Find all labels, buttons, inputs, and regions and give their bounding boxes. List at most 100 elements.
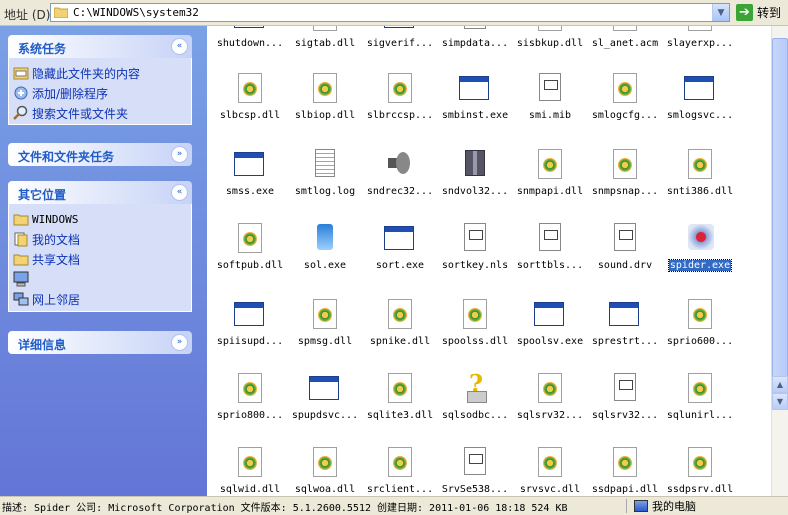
file-name: sl_anet.acm — [587, 38, 663, 49]
file-item[interactable]: spupdsvc... — [287, 372, 363, 442]
file-item[interactable]: sqlwoa.dll — [287, 446, 363, 496]
place-network-places[interactable]: 网上邻居 — [13, 289, 191, 309]
file-item[interactable]: SrvSe538... — [437, 446, 513, 496]
file-item[interactable]: ssdpapi.dll — [587, 446, 663, 496]
file-item[interactable]: srvsvc.dll — [512, 446, 588, 496]
go-button[interactable]: ➔ 转到 — [736, 4, 781, 21]
file-item[interactable]: sndvol32... — [437, 148, 513, 218]
file-item[interactable]: sndrec32... — [362, 148, 438, 218]
doc-file-icon — [534, 222, 566, 254]
file-name-text: sol.exe — [303, 260, 347, 271]
file-item[interactable]: slbiop.dll — [287, 72, 363, 142]
dll-file-icon — [609, 148, 641, 180]
task-search-files[interactable]: 搜索文件或文件夹 — [13, 103, 191, 123]
file-item[interactable]: slbcsp.dll — [212, 72, 288, 142]
file-item[interactable]: sort.exe — [362, 222, 438, 292]
file-item[interactable]: sound.drv — [587, 222, 663, 292]
file-item[interactable]: snmpsnap... — [587, 148, 663, 218]
help-file-icon — [459, 369, 491, 404]
file-item[interactable]: spoolss.dll — [437, 298, 513, 368]
file-name-text: slbrccsp... — [366, 110, 434, 121]
file-item[interactable]: sqlsrv32... — [512, 372, 588, 442]
collapse-icon[interactable]: « — [171, 184, 188, 201]
scroll-up-button[interactable]: ▲ — [772, 376, 788, 393]
vertical-scrollbar[interactable]: ▲ ▼ — [771, 26, 788, 496]
file-item[interactable]: smi.mib — [512, 72, 588, 142]
address-path: C:\WINDOWS\system32 — [73, 6, 199, 19]
place-my-documents[interactable]: 我的文档 — [13, 229, 191, 249]
expand-icon[interactable]: » — [171, 146, 188, 163]
address-input[interactable]: C:\WINDOWS\system32 ▼ — [50, 3, 730, 22]
task-hide-folder-contents[interactable]: 隐藏此文件夹的内容 — [13, 63, 191, 83]
file-item[interactable]: sqlunirl... — [662, 372, 738, 442]
file-item[interactable]: spoolsv.exe — [512, 298, 588, 368]
file-name-text: sqlwid.dll — [219, 484, 281, 495]
file-name-text: smlogsvc... — [666, 110, 734, 121]
place-shared-documents[interactable]: 共享文档 — [13, 249, 191, 269]
file-item[interactable]: snmpapi.dll — [512, 148, 588, 218]
scroll-down-button[interactable]: ▼ — [772, 393, 788, 410]
file-item[interactable]: softpub.dll — [212, 222, 288, 292]
collapse-icon[interactable]: « — [171, 38, 188, 55]
file-name-text: smbinst.exe — [441, 110, 509, 121]
other-places-header[interactable]: 其它位置 « — [8, 181, 192, 204]
file-name: shutdown... — [212, 38, 288, 49]
file-name: snmpsnap... — [587, 186, 663, 197]
file-item[interactable]: spnike.dll — [362, 298, 438, 368]
file-item[interactable]: smlogcfg... — [587, 72, 663, 142]
file-item[interactable]: sol.exe — [287, 222, 363, 292]
file-name: smss.exe — [212, 186, 288, 197]
file-item[interactable]: sprio600... — [662, 298, 738, 368]
file-item[interactable]: sqlsrv32... — [587, 372, 663, 442]
file-item[interactable]: smlogsvc... — [662, 72, 738, 142]
other-places-group: 其它位置 « WINDOWS 我的文档 共享文档 网上邻居 — [8, 181, 192, 312]
file-folder-tasks-header[interactable]: 文件和文件夹任务 » — [8, 143, 192, 166]
exe-file-icon — [609, 298, 641, 330]
file-item[interactable]: srclient... — [362, 446, 438, 496]
doc-file-icon — [459, 26, 491, 32]
file-name: sort.exe — [362, 260, 438, 271]
file-name-text: sigverif... — [366, 38, 434, 49]
place-windows[interactable]: WINDOWS — [13, 209, 191, 229]
sol-file-icon — [309, 222, 341, 254]
system-tasks-header[interactable]: 系统任务 « — [8, 35, 192, 58]
file-name: sqlsrv32... — [512, 410, 588, 421]
file-item[interactable]: sprio800... — [212, 372, 288, 442]
dll-file-icon — [534, 372, 566, 404]
dll-file-icon — [309, 72, 341, 104]
file-name: SrvSe538... — [437, 484, 513, 495]
dll-glyph — [313, 447, 337, 477]
file-item[interactable]: sortkey.nls — [437, 222, 513, 292]
file-item[interactable]: sprestrt... — [587, 298, 663, 368]
file-item[interactable]: ssdpsrv.dll — [662, 446, 738, 496]
file-item[interactable]: slbrccsp... — [362, 72, 438, 142]
dll-file-icon — [234, 446, 266, 478]
file-item[interactable]: smbinst.exe — [437, 72, 513, 142]
address-dropdown-button[interactable]: ▼ — [712, 4, 729, 21]
file-name: smtlog.log — [287, 186, 363, 197]
search-icon — [13, 105, 28, 120]
file-item[interactable]: spider.exe — [662, 222, 738, 292]
task-add-remove-programs[interactable]: 添加/删除程序 — [13, 83, 191, 103]
file-item[interactable]: smtlog.log — [287, 148, 363, 218]
exe-glyph — [384, 26, 414, 28]
file-item[interactable]: smss.exe — [212, 148, 288, 218]
expand-icon[interactable]: » — [171, 334, 188, 351]
file-item[interactable]: spmsg.dll — [287, 298, 363, 368]
task-label: 搜索文件或文件夹 — [32, 106, 129, 121]
place-my-computer[interactable] — [13, 269, 191, 289]
file-name: simpdata... — [437, 38, 513, 49]
file-name-text: slbiop.dll — [294, 110, 356, 121]
details-header[interactable]: 详细信息 » — [8, 331, 192, 354]
file-name: snmpapi.dll — [512, 186, 588, 197]
file-item[interactable]: sqlwid.dll — [212, 446, 288, 496]
file-item[interactable]: sqlite3.dll — [362, 372, 438, 442]
dll-glyph — [538, 26, 562, 31]
place-label: 我的文档 — [32, 232, 81, 247]
file-item[interactable]: spiisupd... — [212, 298, 288, 368]
scrollbar-thumb[interactable] — [772, 38, 788, 393]
file-item[interactable]: sqlsodbc... — [437, 369, 513, 442]
file-item[interactable]: snti386.dll — [662, 148, 738, 218]
file-item[interactable]: sorttbls... — [512, 222, 588, 292]
dll-glyph — [313, 299, 337, 329]
